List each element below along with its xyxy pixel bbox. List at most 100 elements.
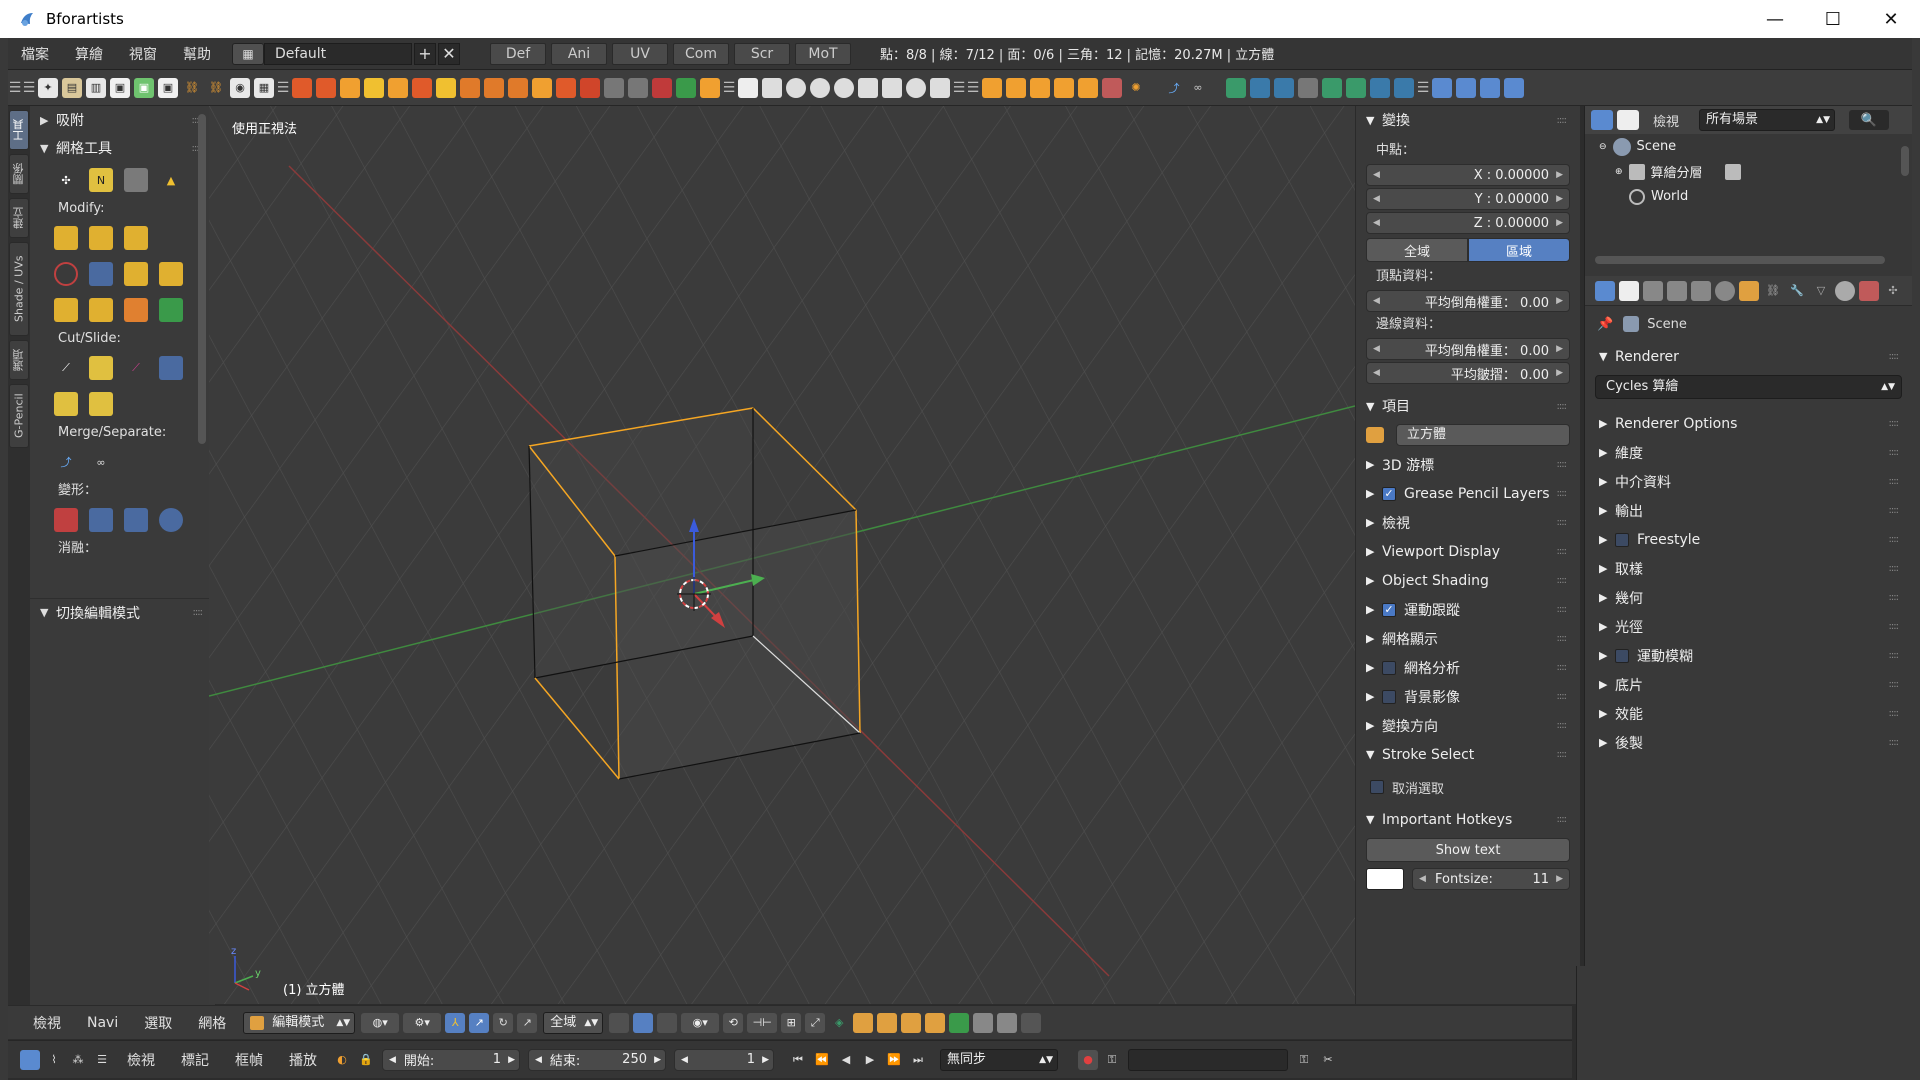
constraints-tab-icon[interactable]: ⛓ xyxy=(1763,281,1783,301)
menu-icon[interactable]: ☰ xyxy=(966,80,980,96)
layer-visibility-icon[interactable]: ◈ xyxy=(829,1013,849,1033)
render-engine-dropdown[interactable]: Cycles 算繪 ▲▼ xyxy=(1595,375,1902,399)
panel-grip-icon[interactable]: :::: xyxy=(1557,115,1568,126)
panel-grip-icon[interactable]: :::: xyxy=(1557,662,1568,673)
panel-mesh-tools-header[interactable]: ▼ 網格工具 :::: xyxy=(30,134,215,162)
panel-grip-icon[interactable]: :::: xyxy=(1889,351,1900,362)
menu-frame[interactable]: 框幀 xyxy=(222,1050,276,1070)
text-object-icon[interactable] xyxy=(460,77,480,98)
pin-icon[interactable]: 📌 xyxy=(1597,317,1613,332)
proportional-edit-icon[interactable]: ◉▾ xyxy=(681,1012,720,1033)
checkbox-unchecked[interactable] xyxy=(1615,532,1629,547)
group-instance-icon[interactable] xyxy=(652,77,672,98)
uv-sphere-icon[interactable] xyxy=(810,77,830,98)
3d-viewport[interactable]: z y xyxy=(209,106,1355,1004)
disabled-icon[interactable] xyxy=(1021,1012,1042,1033)
extrude-individual-icon[interactable] xyxy=(89,226,113,250)
panel-grip-icon[interactable]: :::: xyxy=(1557,575,1568,586)
delete-keyframe-icon[interactable]: ✂ xyxy=(1318,1050,1338,1070)
solidify-icon[interactable] xyxy=(124,298,148,322)
remove-screen-button[interactable]: ✕ xyxy=(438,42,460,65)
view-top-icon[interactable] xyxy=(1030,77,1050,98)
outliner-v-scrollbar[interactable] xyxy=(1901,146,1909,176)
tab-tools[interactable]: 工具 xyxy=(9,110,29,150)
panel-grip-icon[interactable]: :::: xyxy=(1889,708,1900,719)
merge-icon[interactable]: ⤴ xyxy=(1164,78,1184,98)
snap-target-icon[interactable]: ⊞ xyxy=(781,1012,802,1033)
maximize-button[interactable]: ☐ xyxy=(1804,0,1862,38)
open-recent-icon[interactable]: ▥ xyxy=(86,77,106,98)
menu-icon[interactable]: ☰ xyxy=(952,80,966,96)
panel-light-paths[interactable]: ▶ 光徑:::: xyxy=(1585,612,1912,641)
render-tab-icon[interactable] xyxy=(1643,280,1663,301)
edge-select-icon[interactable] xyxy=(633,1012,654,1033)
bisect-icon[interactable] xyxy=(54,392,78,416)
cube-green-icon[interactable] xyxy=(676,77,696,98)
menu-icon[interactable]: ☰ xyxy=(1416,80,1430,96)
outliner-item-scene[interactable]: ⊖ Scene xyxy=(1585,134,1912,159)
empty-icon[interactable] xyxy=(532,77,552,98)
median-x-field[interactable]: ◀ X : 0.00000 ▶ xyxy=(1366,164,1570,186)
menu-icon[interactable]: ☰ xyxy=(8,80,22,96)
snap-icon[interactable]: ✺ xyxy=(1126,78,1146,98)
mesh-cone-icon[interactable] xyxy=(340,77,360,98)
tab-grease-pencil[interactable]: G-Pencil xyxy=(9,384,29,448)
menu-view[interactable]: 檢視 xyxy=(20,1013,74,1033)
menu-icon[interactable]: ☰ xyxy=(276,80,290,96)
panel-mesh-analysis[interactable]: ▶ 網格分析:::: xyxy=(1356,653,1580,682)
panel-grip-icon[interactable]: :::: xyxy=(1889,737,1900,748)
panel-dimensions[interactable]: ▶ 維度:::: xyxy=(1585,438,1912,467)
view-camera-icon[interactable] xyxy=(1054,77,1074,98)
transform-orientation-selector[interactable]: 全域 ▲▼ xyxy=(543,1011,604,1034)
outliner-item-world[interactable]: World xyxy=(1585,184,1912,209)
jump-next-keyframe-icon[interactable]: ⏩ xyxy=(884,1050,904,1070)
add-screen-button[interactable]: + xyxy=(414,42,436,65)
screen-layout-icon[interactable]: ▦ xyxy=(232,42,264,65)
cube-white-icon[interactable] xyxy=(762,77,782,98)
image-icon[interactable] xyxy=(997,1012,1018,1033)
panel-grip-icon[interactable]: :::: xyxy=(1889,476,1900,487)
layer-icon[interactable] xyxy=(1298,77,1318,98)
surface-icon[interactable] xyxy=(412,77,432,98)
panel-renderer-options[interactable]: ▶ Renderer Options:::: xyxy=(1585,409,1912,438)
render-preview-icon[interactable] xyxy=(901,1012,922,1033)
world-tab-icon[interactable] xyxy=(1715,280,1735,301)
vertex-select-icon[interactable] xyxy=(609,1012,630,1033)
panel-grip-icon[interactable]: :::: xyxy=(1557,459,1568,470)
noise-icon[interactable] xyxy=(124,508,148,532)
panel-transform-header[interactable]: ▼ 變換 :::: xyxy=(1356,106,1580,134)
data-tab-icon[interactable]: ▽ xyxy=(1811,281,1831,301)
panel-post-processing[interactable]: ▶ 後製:::: xyxy=(1585,728,1912,757)
panel-sampling[interactable]: ▶ 取樣:::: xyxy=(1585,554,1912,583)
show-text-button[interactable]: Show text xyxy=(1366,838,1570,862)
render-region-icon[interactable] xyxy=(925,1012,946,1033)
viewport-canvas[interactable]: z y xyxy=(209,106,1355,1004)
metaball-icon[interactable] xyxy=(436,77,456,98)
to-sphere-icon[interactable] xyxy=(159,508,183,532)
layer-icon[interactable] xyxy=(1250,77,1270,98)
panel-background-images[interactable]: ▶ 背景影像:::: xyxy=(1356,682,1580,711)
tab-relations[interactable]: 關係 xyxy=(9,154,29,194)
menu-icon[interactable]: ☰ xyxy=(22,80,36,96)
vertex-bevel-weight-field[interactable]: ◀ 平均倒角權重： 0.00 ▶ xyxy=(1366,290,1570,312)
view-right-icon[interactable] xyxy=(1006,77,1026,98)
camera-icon[interactable] xyxy=(973,1012,994,1033)
mesh-torus-icon[interactable] xyxy=(364,77,384,98)
panel-object-shading[interactable]: ▶ Object Shading:::: xyxy=(1356,566,1580,595)
menu-playback[interactable]: 播放 xyxy=(276,1050,330,1070)
panel-grip-icon[interactable]: :::: xyxy=(1889,592,1900,603)
merge-icon[interactable]: ⤴ xyxy=(54,450,78,474)
offset-edge-icon[interactable] xyxy=(89,392,113,416)
panel-grip-icon[interactable]: :::: xyxy=(1889,418,1900,429)
menu-view[interactable]: 檢視 xyxy=(114,1050,168,1070)
edge-slide-icon[interactable]: ⟋ xyxy=(124,356,148,380)
wireframe-icon[interactable] xyxy=(159,298,183,322)
curve-icon[interactable] xyxy=(388,77,408,98)
jump-prev-keyframe-icon[interactable]: ⏪ xyxy=(812,1050,832,1070)
bridge-icon[interactable] xyxy=(54,298,78,322)
panel-output[interactable]: ▶ 輸出:::: xyxy=(1585,496,1912,525)
checkbox-unchecked[interactable] xyxy=(1615,648,1629,663)
toolshelf-scrollbar[interactable] xyxy=(198,114,206,444)
view-icon[interactable] xyxy=(1456,77,1476,98)
object-tab-icon[interactable] xyxy=(1739,280,1759,301)
